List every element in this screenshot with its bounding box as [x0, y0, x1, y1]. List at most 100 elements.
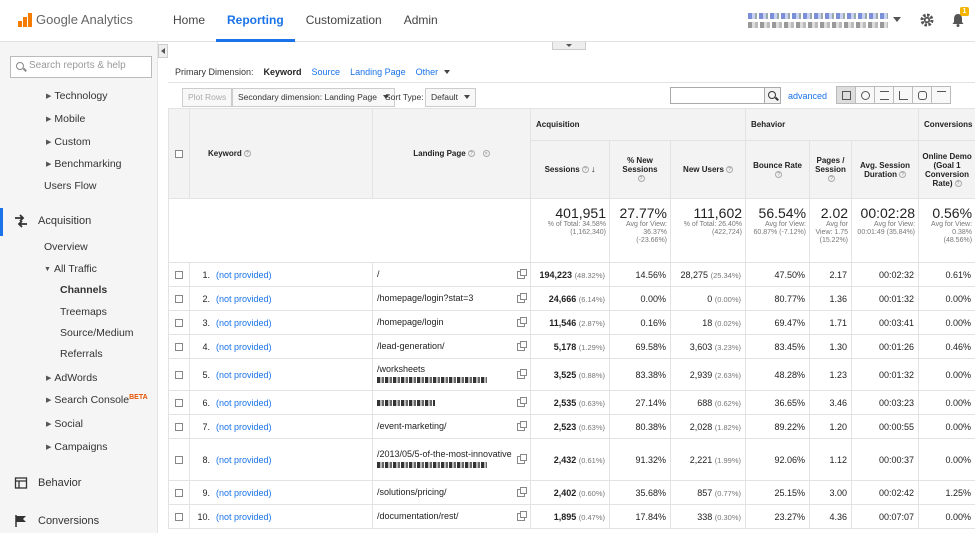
remove-dimension-icon[interactable]: ×: [483, 150, 490, 157]
table-row[interactable]: 1.(not provided)/194,223 (48.32%)14.56%2…: [169, 263, 975, 287]
table-row[interactable]: 4.(not provided)/lead-generation/5,178 (…: [169, 335, 975, 359]
nav-home[interactable]: Home: [162, 0, 216, 42]
sidebar-item-search-console[interactable]: ▶Search ConsoleBETA: [46, 394, 148, 406]
row-checkbox[interactable]: [175, 371, 183, 379]
sidebar-item-custom[interactable]: ▶Custom: [46, 136, 91, 148]
help-icon[interactable]: ?: [468, 150, 475, 157]
pages-session-header[interactable]: Pages / Session?: [810, 141, 852, 199]
keyword-link[interactable]: (not provided): [216, 455, 272, 465]
gear-icon[interactable]: [919, 12, 935, 28]
row-checkbox[interactable]: [175, 399, 183, 407]
table-row[interactable]: 2.(not provided)/homepage/login?stat=324…: [169, 287, 975, 311]
sidebar-item-campaigns[interactable]: ▶Campaigns: [46, 441, 108, 453]
comparison-view-icon[interactable]: [893, 86, 913, 104]
sessions-header[interactable]: Sessions? ↓: [531, 141, 610, 199]
open-external-icon[interactable]: [517, 343, 525, 351]
row-checkbox[interactable]: [175, 513, 183, 521]
dimension-link-source[interactable]: Source: [312, 67, 341, 77]
keyword-link[interactable]: (not provided): [216, 422, 272, 432]
sidebar-item-channels[interactable]: Channels: [60, 284, 107, 296]
nav-admin[interactable]: Admin: [393, 0, 449, 42]
goal-conversion-rate-header[interactable]: Online Demo (Goal 1 Conversion Rate)?: [919, 141, 975, 199]
open-external-icon[interactable]: [517, 489, 525, 497]
table-view-icon[interactable]: [836, 86, 856, 104]
sidebar-item-social[interactable]: ▶Social: [46, 418, 83, 430]
search-reports-input[interactable]: Search reports & help: [10, 56, 152, 78]
keyword-link[interactable]: (not provided): [216, 370, 272, 380]
open-external-icon[interactable]: [517, 295, 525, 303]
open-external-icon[interactable]: [517, 271, 525, 279]
term-cloud-view-icon[interactable]: [912, 86, 932, 104]
sidebar-item-treemaps[interactable]: Treemaps: [60, 306, 107, 318]
keyword-link[interactable]: (not provided): [216, 488, 272, 498]
expand-chart-handle[interactable]: [552, 42, 586, 50]
keyword-link[interactable]: (not provided): [216, 512, 272, 522]
avg-session-duration-header[interactable]: Avg. Session Duration?: [852, 141, 919, 199]
landing-page-header[interactable]: Landing Page?×: [373, 109, 531, 199]
select-all-checkbox[interactable]: [175, 150, 183, 158]
row-checkbox[interactable]: [175, 319, 183, 327]
sidebar-item-benchmarking[interactable]: ▶Benchmarking: [46, 158, 122, 170]
help-icon[interactable]: ?: [955, 180, 962, 187]
table-filter-search-icon[interactable]: [764, 87, 781, 104]
sidebar-item-referrals[interactable]: Referrals: [60, 348, 103, 360]
table-row[interactable]: 7.(not provided)/event-marketing/2,523 (…: [169, 415, 975, 439]
open-external-icon[interactable]: [517, 371, 525, 379]
row-checkbox[interactable]: [175, 343, 183, 351]
percentage-view-icon[interactable]: [855, 86, 875, 104]
help-icon[interactable]: ?: [582, 166, 589, 173]
sidebar-section-acquisition[interactable]: Acquisition: [0, 208, 158, 236]
nav-customization[interactable]: Customization: [295, 0, 393, 42]
help-icon[interactable]: ?: [726, 166, 733, 173]
sort-descending-icon[interactable]: ↓: [591, 164, 596, 174]
plot-rows-button[interactable]: Plot Rows: [182, 88, 232, 107]
keyword-link[interactable]: (not provided): [216, 318, 272, 328]
table-row[interactable]: 6.(not provided)2,535 (0.63%)27.14%688 (…: [169, 391, 975, 415]
account-dropdown-icon[interactable]: [893, 17, 901, 22]
advanced-filter-link[interactable]: advanced: [788, 91, 827, 101]
open-external-icon[interactable]: [517, 456, 525, 464]
row-checkbox[interactable]: [175, 456, 183, 464]
sidebar-section-conversions[interactable]: Conversions: [0, 508, 158, 536]
keyword-header[interactable]: Keyword?: [190, 109, 373, 199]
sidebar-item-technology[interactable]: ▶Technology: [46, 90, 108, 102]
google-analytics-logo[interactable]: Google Analytics: [18, 12, 133, 27]
sidebar-item-source-medium[interactable]: Source/Medium: [60, 327, 134, 339]
new-users-header[interactable]: New Users?: [671, 141, 746, 199]
row-checkbox[interactable]: [175, 295, 183, 303]
dimension-link-other[interactable]: Other: [416, 67, 451, 77]
nav-reporting[interactable]: Reporting: [216, 0, 295, 42]
help-icon[interactable]: ?: [775, 171, 782, 178]
secondary-dimension-dropdown[interactable]: Secondary dimension: Landing Page: [232, 88, 395, 107]
sort-type-dropdown[interactable]: Default: [425, 88, 476, 107]
help-icon[interactable]: ?: [244, 150, 251, 157]
sidebar-section-behavior[interactable]: Behavior: [0, 470, 158, 498]
row-checkbox[interactable]: [175, 423, 183, 431]
open-external-icon[interactable]: [517, 319, 525, 327]
bounce-rate-header[interactable]: Bounce Rate?: [746, 141, 810, 199]
keyword-link[interactable]: (not provided): [216, 270, 272, 280]
open-external-icon[interactable]: [517, 513, 525, 521]
help-icon[interactable]: ?: [638, 175, 645, 182]
table-row[interactable]: 3.(not provided)/homepage/login11,546 (2…: [169, 311, 975, 335]
dimension-link-landing-page[interactable]: Landing Page: [350, 67, 406, 77]
table-row[interactable]: 10.(not provided)/documentation/rest/1,8…: [169, 505, 975, 529]
keyword-link[interactable]: (not provided): [216, 342, 272, 352]
performance-view-icon[interactable]: [874, 86, 894, 104]
help-icon[interactable]: ?: [828, 175, 835, 182]
sidebar-item-all-traffic[interactable]: ▼All Traffic: [44, 263, 97, 275]
keyword-link[interactable]: (not provided): [216, 294, 272, 304]
open-external-icon[interactable]: [517, 423, 525, 431]
table-row[interactable]: 9.(not provided)/solutions/pricing/2,402…: [169, 481, 975, 505]
row-checkbox[interactable]: [175, 271, 183, 279]
table-filter-input[interactable]: [670, 87, 765, 104]
sidebar-item-users-flow[interactable]: Users Flow: [44, 180, 97, 192]
new-sessions-header[interactable]: % New Sessions?: [610, 141, 671, 199]
open-external-icon[interactable]: [517, 399, 525, 407]
table-row[interactable]: 5.(not provided)/worksheets3,525 (0.88%)…: [169, 359, 975, 391]
help-icon[interactable]: ?: [899, 171, 906, 178]
account-selector[interactable]: [748, 10, 888, 34]
keyword-link[interactable]: (not provided): [216, 398, 272, 408]
pivot-view-icon[interactable]: [931, 86, 951, 104]
sidebar-item-adwords[interactable]: ▶AdWords: [46, 372, 97, 384]
